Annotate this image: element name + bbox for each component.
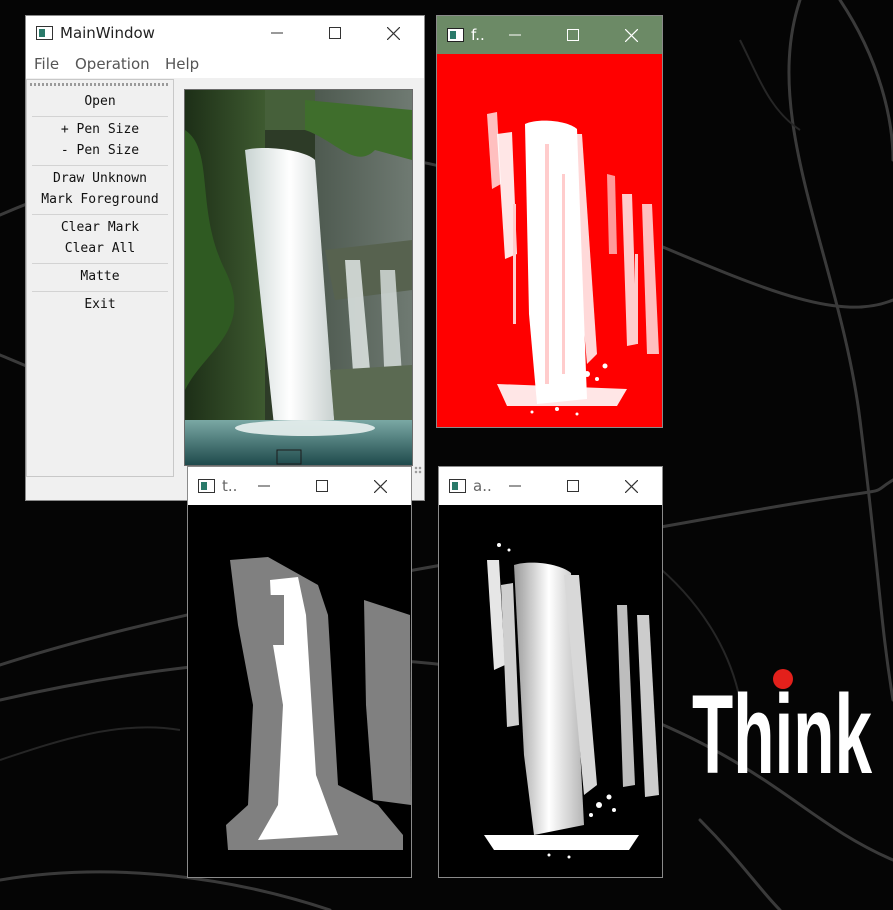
maximize-button[interactable] [299,467,345,505]
close-button[interactable] [370,16,416,50]
app-icon [449,479,466,493]
maximize-icon [567,480,579,492]
menu-file[interactable]: File [34,55,59,73]
maximize-icon [316,480,328,492]
alpha-window: a.. [439,467,662,877]
window-title: a.. [473,477,492,495]
divider [32,116,168,117]
foreground-image [437,54,662,427]
alpha-matte-image [439,505,662,877]
waterfall-photo [185,90,412,465]
divider [32,214,168,215]
pen-size-up-button[interactable]: + Pen Size [27,119,173,140]
trimap-image [188,505,411,877]
minimize-icon [509,485,521,487]
close-icon [373,479,387,493]
divider [32,291,168,292]
foreground-window-titlebar[interactable]: f.. [437,16,662,54]
logo-dot [773,669,793,689]
divider [32,263,168,264]
window-title: MainWindow [60,24,155,42]
pen-size-down-button[interactable]: - Pen Size [27,140,173,161]
minimize-icon [271,32,283,34]
tool-panel: Open + Pen Size - Pen Size Draw Unknown … [26,79,174,477]
main-window: MainWindow File Operation Help Open + Pe… [26,16,424,500]
menu-help[interactable]: Help [165,55,199,73]
close-icon [624,28,638,42]
menu-bar: File Operation Help [26,50,424,78]
open-button[interactable]: Open [27,91,173,112]
app-icon [36,26,53,40]
resize-grip[interactable] [414,466,422,474]
clear-mark-button[interactable]: Clear Mark [27,217,173,238]
mark-foreground-button[interactable]: Mark Foreground [27,189,173,210]
minimize-button[interactable] [241,467,287,505]
alpha-window-titlebar[interactable]: a.. [439,467,662,505]
clear-all-button[interactable]: Clear All [27,238,173,259]
extracted-foreground [437,54,662,427]
close-button[interactable] [357,467,403,505]
window-title: f.. [471,26,485,44]
main-window-titlebar[interactable]: MainWindow [26,16,424,50]
maximize-button[interactable] [550,467,596,505]
window-title: t.. [222,477,238,495]
draw-unknown-button[interactable]: Draw Unknown [27,168,173,189]
trimap-window: t.. [188,467,411,877]
foreground-window: f.. [437,16,662,427]
close-icon [386,26,400,40]
close-icon [624,479,638,493]
divider [32,165,168,166]
minimize-button[interactable] [254,16,300,50]
trimap [188,505,411,877]
minimize-icon [258,485,270,487]
app-icon [447,28,464,42]
alpha-matte [439,505,662,877]
close-button[interactable] [608,16,654,54]
minimize-button[interactable] [492,16,538,54]
panel-grip [30,83,170,86]
app-icon [198,479,215,493]
menu-operation[interactable]: Operation [75,55,150,73]
maximize-button[interactable] [550,16,596,54]
minimize-icon [509,34,521,36]
maximize-button[interactable] [312,16,358,50]
think-logo: Think [692,669,872,776]
image-canvas[interactable] [184,89,413,466]
trimap-window-titlebar[interactable]: t.. [188,467,411,505]
matte-button[interactable]: Matte [27,266,173,287]
maximize-icon [567,29,579,41]
exit-button[interactable]: Exit [27,294,173,315]
maximize-icon [329,27,341,39]
close-button[interactable] [608,467,654,505]
minimize-button[interactable] [492,467,538,505]
